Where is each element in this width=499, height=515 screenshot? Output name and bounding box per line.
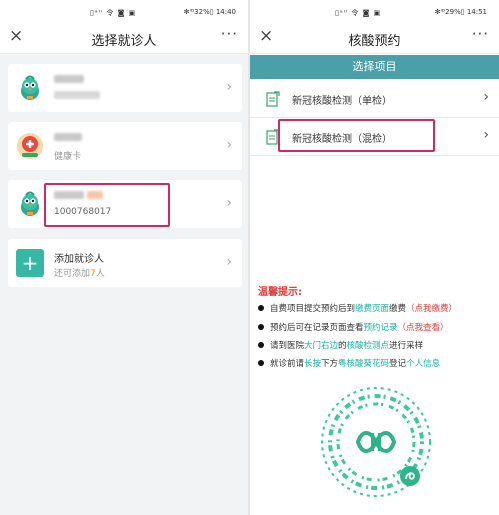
battery-time: ✻ᴵᴰ29%▯ 14:51 <box>434 8 487 16</box>
health-card-icon <box>17 133 43 159</box>
page-title: 核酸预约 <box>348 34 401 49</box>
item-single-test[interactable]: 新冠核酸检测（单检） › <box>250 80 499 118</box>
more-icon[interactable]: ··· <box>472 25 489 43</box>
tips-title: 温馨提示: <box>258 287 302 298</box>
tip-line-2: 预约后可在记录页面查看预约记录（点我查看） <box>258 321 449 333</box>
nav-bar: × 核酸预约 ··· <box>250 22 499 54</box>
document-icon <box>266 91 280 107</box>
chevron-right-icon: › <box>226 79 232 95</box>
item-label: 新冠核酸检测（单检） <box>292 96 392 107</box>
chevron-right-icon: › <box>483 89 489 105</box>
signal-icons: ▯ᵃᴵᴵ 令 ◙ ▣ <box>90 9 137 17</box>
status-bar: ▯ᵃᴵᴵ 令 ◙ ▣ ✻ᴵᴰ29%▯ 14:51 <box>250 0 499 22</box>
signal-icons: ▯ᵃᴵᴵ 令 ◙ ▣ <box>335 9 382 17</box>
highlight-box <box>278 119 435 152</box>
patient-card-1[interactable]: › <box>8 64 242 112</box>
tip-line-4: 就诊前请长按下方粤核酸葵花码登记个人信息 <box>258 357 440 369</box>
patient-card-type: 健康卡 <box>54 152 82 162</box>
view-records-link[interactable]: （点我查看） <box>398 323 449 333</box>
mascot-avatar-icon <box>21 75 39 100</box>
patient-card-2[interactable]: 健康卡 › <box>8 122 242 170</box>
mascot-avatar-icon <box>21 191 39 216</box>
nav-bar: × 选择就诊人 ··· <box>0 22 248 54</box>
chevron-right-icon: › <box>226 254 232 270</box>
pay-link[interactable]: （点我缴费） <box>406 304 457 314</box>
add-patient-title: 添加就诊人 <box>54 254 104 265</box>
battery-time: ✻ᴵᴰ32%▯ 14:40 <box>183 8 236 16</box>
chevron-right-icon: › <box>226 195 232 211</box>
add-icon: + <box>16 249 44 277</box>
highlight-box <box>44 183 170 227</box>
add-patient-remaining: 还可添加7人 <box>54 269 105 279</box>
chevron-right-icon: › <box>226 137 232 153</box>
more-icon[interactable]: ··· <box>221 25 238 43</box>
mini-program-code-icon[interactable] <box>318 384 434 500</box>
section-header: 选择项目 <box>250 55 499 79</box>
select-patient-screen: ▯ᵃᴵᴵ 令 ◙ ▣ ✻ᴵᴰ32%▯ 14:40 × 选择就诊人 ··· › 健… <box>0 0 248 515</box>
tip-line-3: 请到医院大门右边的核酸检测点进行采样 <box>258 339 423 351</box>
tip-line-1: 自费项目提交预约后到缴费页面缴费（点我缴费） <box>258 302 457 314</box>
patient-id-redacted <box>54 91 100 102</box>
status-bar: ▯ᵃᴵᴵ 令 ◙ ▣ ✻ᴵᴰ32%▯ 14:40 <box>0 0 248 22</box>
chevron-right-icon: › <box>483 127 489 143</box>
patient-name-redacted <box>54 133 82 142</box>
patient-name-redacted <box>54 75 84 84</box>
add-patient-card[interactable]: + 添加就诊人 还可添加7人 › <box>8 239 242 287</box>
page-title: 选择就诊人 <box>91 34 157 49</box>
